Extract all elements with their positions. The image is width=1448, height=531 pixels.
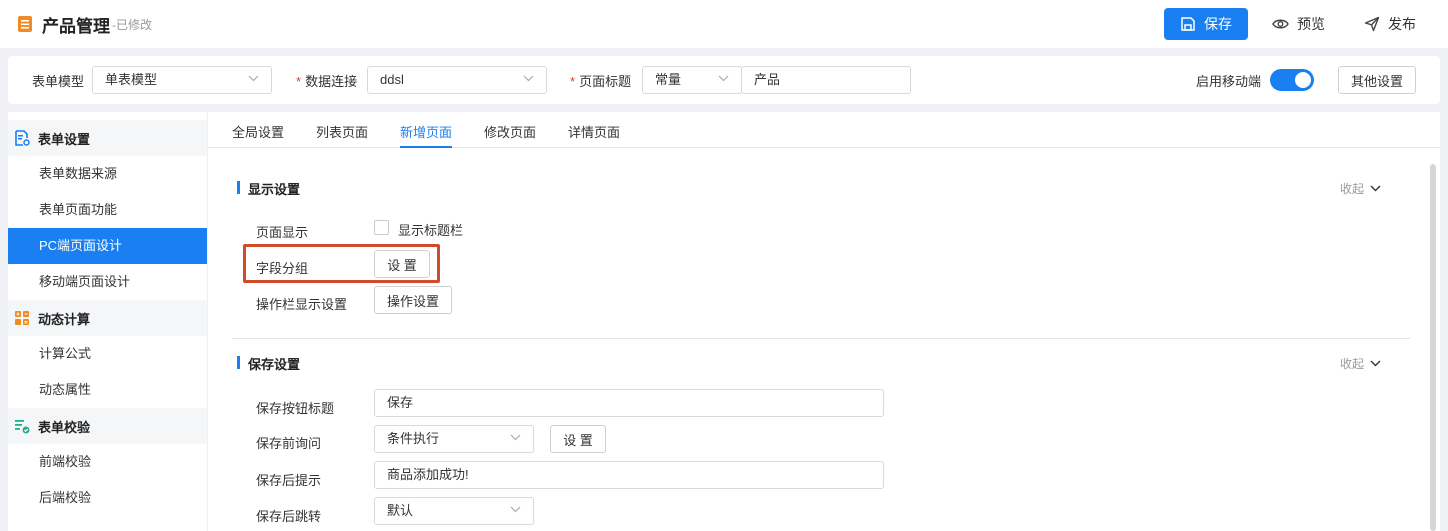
calculator-icon [15, 311, 29, 325]
sidebar-group-dynamic-calc: 动态计算 [8, 300, 207, 336]
sidebar-group-form-settings: 表单设置 [8, 120, 207, 156]
data-connection-value: ddsl [380, 72, 404, 87]
field-group-settings-button[interactable]: 设 置 [374, 250, 430, 278]
mobile-enable-label: 启用移动端 [1196, 74, 1262, 89]
collapse-label: 收起 [1340, 357, 1365, 371]
sidebar-group-label: 表单校验 [38, 419, 91, 435]
save-section-title: 保存设置 [237, 354, 300, 373]
save-icon [1181, 17, 1195, 31]
chevron-down-icon [718, 75, 729, 82]
preview-label: 预览 [1297, 16, 1325, 32]
other-settings-button[interactable]: 其他设置 [1338, 66, 1416, 94]
post-save-tip-input[interactable]: 商品添加成功! [374, 461, 884, 489]
chevron-down-icon [1370, 360, 1381, 367]
page-title-input[interactable]: 产品 [741, 66, 911, 94]
show-titlebar-label: 显示标题栏 [398, 223, 464, 238]
page-title: 产品管理 [42, 17, 110, 36]
tab-list-page[interactable]: 列表页面 [316, 122, 368, 148]
chevron-down-icon [510, 506, 521, 513]
main-panel: 全局设置 列表页面 新增页面 修改页面 详情页面 显示设置 收起 页面显示 显示… [208, 112, 1440, 531]
pre-save-confirm-select[interactable]: 条件执行 [374, 425, 534, 453]
page-title-label: * 页面标题 [570, 74, 632, 89]
collapse-label: 收起 [1340, 182, 1365, 196]
page-title-value: 产品 [754, 72, 781, 87]
sidebar-group-label: 动态计算 [38, 311, 91, 327]
app-header: 产品管理 -已修改 保存 预览 发布 [0, 0, 1448, 48]
save-button-title-input[interactable]: 保存 [374, 389, 884, 417]
chevron-down-icon [248, 75, 259, 82]
publish-label: 发布 [1388, 16, 1416, 32]
pre-save-confirm-value: 条件执行 [387, 431, 440, 446]
post-save-jump-label: 保存后跳转 [256, 509, 322, 524]
preview-button[interactable]: 预览 [1272, 8, 1325, 40]
tab-edit-page[interactable]: 修改页面 [484, 122, 536, 148]
sidebar-group-validation: 表单校验 [8, 408, 207, 444]
save-label: 保存 [1204, 16, 1232, 32]
action-settings-button[interactable]: 操作设置 [374, 286, 452, 314]
form-model-label: 表单模型 [32, 74, 85, 89]
sidebar-item-formula[interactable]: 计算公式 [8, 336, 207, 372]
post-save-jump-select[interactable]: 默认 [374, 497, 534, 525]
tab-detail-page[interactable]: 详情页面 [568, 122, 620, 148]
field-group-label: 字段分组 [256, 261, 309, 276]
sidebar-item-form-page-function[interactable]: 表单页面功能 [8, 192, 207, 228]
eye-icon [1272, 19, 1289, 29]
mobile-enable-toggle[interactable] [1270, 69, 1314, 91]
save-button[interactable]: 保存 [1164, 8, 1248, 40]
sidebar-item-pc-page-design[interactable]: PC端页面设计 [8, 228, 207, 264]
pre-save-settings-button[interactable]: 设 置 [550, 425, 606, 453]
chevron-down-icon [523, 75, 534, 82]
display-collapse-toggle[interactable]: 收起 [1340, 180, 1381, 197]
tab-add-page[interactable]: 新增页面 [400, 122, 453, 148]
page-title-type-value: 常量 [655, 72, 682, 87]
sidebar-item-backend-validation[interactable]: 后端校验 [8, 480, 207, 516]
data-connection-label: * 数据连接 [296, 74, 358, 89]
sidebar-item-frontend-validation[interactable]: 前端校验 [8, 444, 207, 480]
modified-status: -已修改 [112, 18, 152, 32]
post-save-tip-value: 商品添加成功! [387, 467, 469, 482]
form-model-select[interactable]: 单表模型 [92, 66, 272, 94]
tab-global-settings[interactable]: 全局设置 [232, 122, 284, 148]
chevron-down-icon [1370, 185, 1381, 192]
form-settings-icon [15, 130, 30, 146]
sidebar-item-form-data-source[interactable]: 表单数据来源 [8, 156, 207, 192]
validation-icon [15, 420, 30, 434]
config-bar: 表单模型 单表模型 * 数据连接 ddsl * 页面标题 常量 产品 启用移动端 其… [8, 56, 1440, 104]
page-title-type-select[interactable]: 常量 [642, 66, 742, 94]
post-save-tip-label: 保存后提示 [256, 473, 322, 488]
save-button-title-value: 保存 [387, 395, 414, 410]
pre-save-confirm-label: 保存前询问 [256, 436, 322, 451]
sidebar-group-label: 表单设置 [38, 131, 91, 147]
section-divider [232, 338, 1410, 339]
show-titlebar-checkbox[interactable] [374, 220, 389, 235]
chevron-down-icon [510, 434, 521, 441]
save-button-title-label: 保存按钮标题 [256, 401, 335, 416]
data-connection-select[interactable]: ddsl [367, 66, 547, 94]
document-list-icon [18, 16, 32, 32]
sidebar-item-mobile-page-design[interactable]: 移动端页面设计 [8, 264, 207, 300]
display-section-title: 显示设置 [237, 179, 300, 198]
sidebar: 表单设置 表单数据来源 表单页面功能 PC端页面设计 移动端页面设计 动态计算 … [8, 112, 207, 531]
post-save-jump-value: 默认 [387, 503, 414, 518]
page-tabs: 全局设置 列表页面 新增页面 修改页面 详情页面 [208, 112, 1440, 148]
action-bar-label: 操作栏显示设置 [256, 297, 348, 312]
save-collapse-toggle[interactable]: 收起 [1340, 355, 1381, 372]
scrollbar[interactable] [1430, 164, 1436, 531]
page-display-label: 页面显示 [256, 225, 309, 240]
send-icon [1364, 16, 1380, 32]
sidebar-item-dynamic-attr[interactable]: 动态属性 [8, 372, 207, 408]
publish-button[interactable]: 发布 [1364, 8, 1416, 40]
form-model-value: 单表模型 [105, 72, 158, 87]
